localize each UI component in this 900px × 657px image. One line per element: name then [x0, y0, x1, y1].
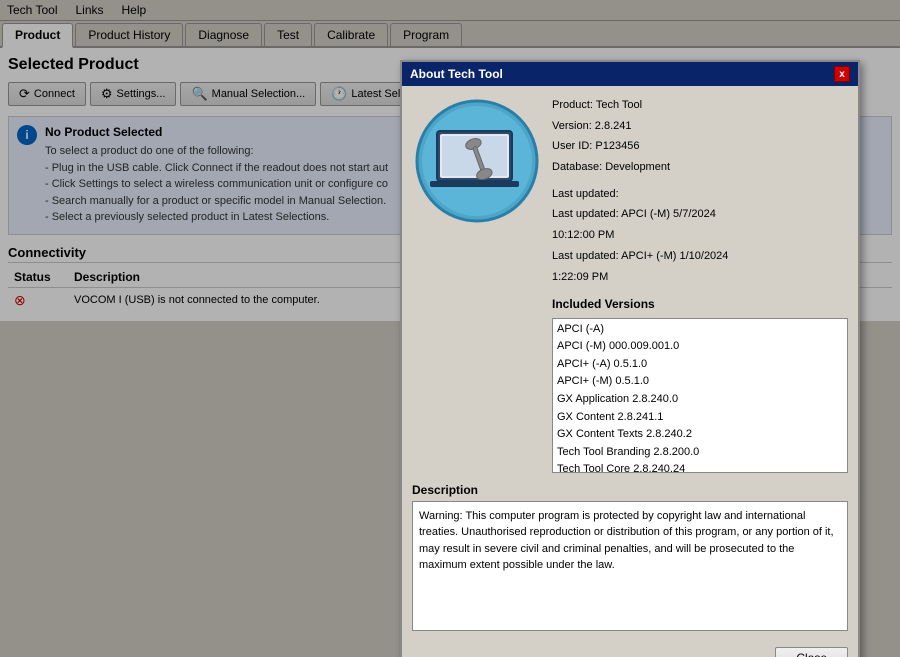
dialog-close-button[interactable]: x — [834, 66, 850, 82]
last-updated-apci-plus-time: 1:22:09 PM — [552, 268, 848, 287]
version-item: APCI (-M) 000.009.001.0 — [557, 338, 843, 356]
dialog-logo — [412, 96, 542, 226]
version-item: GX Content Texts 2.8.240.2 — [557, 426, 843, 444]
version-item: Tech Tool Core 2.8.240.24 — [557, 461, 843, 472]
product-name: Product: Tech Tool — [552, 96, 848, 115]
versions-list[interactable]: APCI (-A)APCI (-M) 000.009.001.0APCI+ (-… — [552, 318, 848, 473]
included-versions-title: Included Versions — [552, 294, 848, 314]
dialog-title: About Tech Tool — [410, 67, 503, 81]
product-database: Database: Development — [552, 158, 848, 177]
last-updated-label: Last updated: — [552, 185, 848, 204]
version-item: APCI+ (-A) 0.5.1.0 — [557, 356, 843, 374]
version-item: APCI+ (-M) 0.5.1.0 — [557, 373, 843, 391]
product-userid: User ID: P123456 — [552, 137, 848, 156]
last-updated-apci-m: Last updated: APCI (-M) 5/7/2024 — [552, 205, 848, 224]
dialog-body: Product: Tech Tool Version: 2.8.241 User… — [402, 86, 858, 641]
version-item: APCI (-A) — [557, 321, 843, 339]
dialog-product-info: Product: Tech Tool Version: 2.8.241 User… — [552, 96, 848, 473]
close-dialog-button[interactable]: Close — [775, 647, 848, 657]
version-item: GX Application 2.8.240.0 — [557, 391, 843, 409]
version-item: GX Content 2.8.241.1 — [557, 409, 843, 427]
last-updated-apci-plus: Last updated: APCI+ (-M) 1/10/2024 — [552, 247, 848, 266]
dialog-top: Product: Tech Tool Version: 2.8.241 User… — [412, 96, 848, 473]
description-box: Warning: This computer program is protec… — [412, 501, 848, 631]
description-title: Description — [412, 483, 848, 497]
dialog-titlebar: About Tech Tool x — [402, 62, 858, 86]
dialog-footer: Close — [402, 641, 858, 657]
version-item: Tech Tool Branding 2.8.200.0 — [557, 444, 843, 462]
about-dialog: About Tech Tool x — [400, 60, 860, 657]
product-version: Version: 2.8.241 — [552, 117, 848, 136]
description-section: Description Warning: This computer progr… — [412, 483, 848, 631]
last-updated-apci-m-time: 10:12:00 PM — [552, 226, 848, 245]
